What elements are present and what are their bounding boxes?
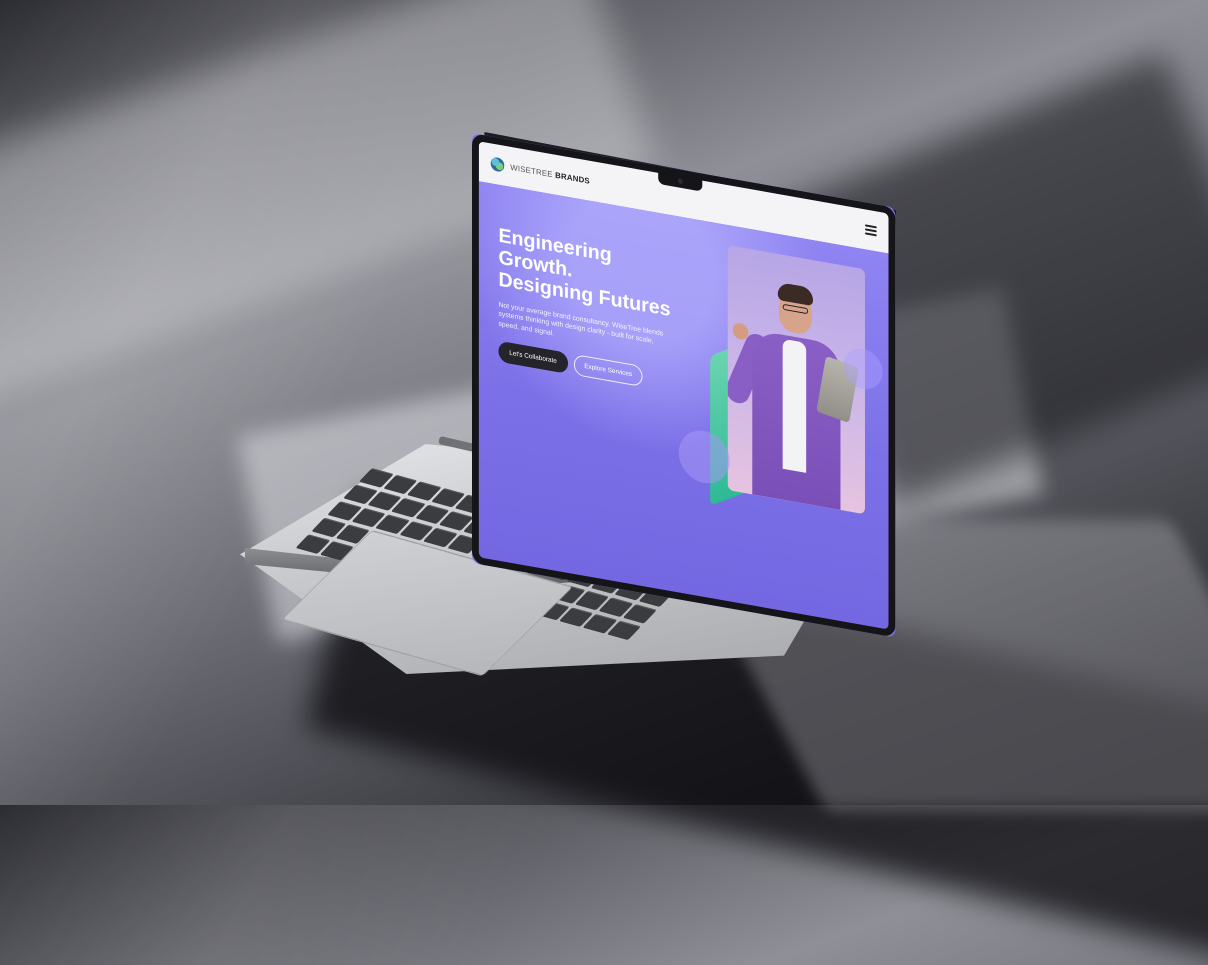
hero-copy: Engineering Growth. Designing Futures No… — [498, 225, 674, 393]
hero-visual — [678, 245, 883, 521]
website-viewport: WISETREE BRANDS Engineering Growth. Desi… — [472, 133, 896, 638]
camera-icon — [677, 178, 683, 185]
brand-name-bold: BRANDS — [555, 170, 590, 186]
lets-collaborate-button[interactable]: Let's Collaborate — [498, 340, 568, 375]
laptop-screen: WISETREE BRANDS Engineering Growth. Desi… — [472, 133, 896, 638]
fist — [732, 321, 749, 341]
laptop-mockup: WISETREE BRANDS Engineering Growth. Desi… — [0, 0, 1208, 805]
menu-button[interactable] — [864, 224, 877, 237]
brand-logo[interactable]: WISETREE BRANDS — [490, 156, 590, 187]
hero-section: Engineering Growth. Designing Futures No… — [478, 181, 889, 630]
white-shirt — [782, 338, 807, 473]
tree-logo-icon — [490, 156, 505, 173]
brand-name: WISETREE BRANDS — [510, 162, 590, 185]
mockup-scene: WISETREE BRANDS Engineering Growth. Desi… — [0, 0, 1208, 965]
explore-services-button[interactable]: Explore Services — [573, 354, 643, 388]
hero-photo — [727, 245, 865, 515]
person-illustration — [727, 245, 865, 514]
brand-name-light: WISETREE — [510, 162, 553, 179]
hamburger-line-bottom — [864, 232, 877, 237]
